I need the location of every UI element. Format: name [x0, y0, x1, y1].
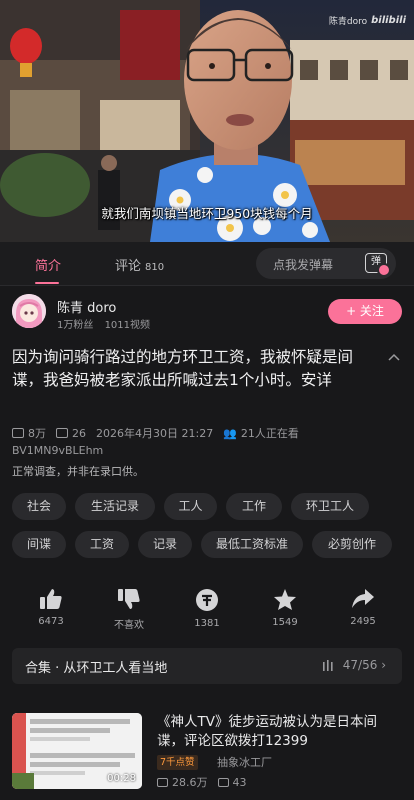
play-count-icon [12, 428, 24, 438]
related-views: 28.6万 [172, 776, 208, 789]
tag-chip[interactable]: 最低工资标准 [201, 531, 303, 558]
uploader-name[interactable]: 陈青 doro [57, 297, 116, 316]
video-meta: 8万 26 2026年4月30日 21:27 👥 21人正在看 [12, 425, 299, 441]
tag-chip[interactable]: 工资 [75, 531, 129, 558]
likes-badge: 7千点赞 [157, 755, 198, 770]
dislike-label: 不喜欢 [114, 620, 144, 631]
tag-chip[interactable]: 必剪创作 [312, 531, 392, 558]
tag-chip[interactable]: 间谍 [12, 531, 66, 558]
watching-count: 21人正在看 [240, 427, 299, 440]
uploader-stats: 1万粉丝 1011视频 [57, 316, 158, 331]
star-icon [274, 589, 296, 610]
related-title: 《神人TV》徒步运动被认为是日本间谍，评论区欲拨打12399 [157, 714, 377, 749]
video-description: 正常调查，并非在录口供。 [12, 465, 144, 478]
tag-chip[interactable]: 工作 [226, 493, 282, 520]
publish-date: 2026年4月30日 21:27 [96, 427, 214, 440]
danmaku-placeholder: 点我发弹幕 [273, 258, 334, 272]
comment-count: 810 [145, 262, 165, 273]
danmaku-count: 26 [72, 426, 86, 440]
related-author: 抽象冰工厂 [217, 756, 272, 769]
comment-icon [217, 777, 229, 787]
view-count: 8万 [28, 427, 46, 440]
like-count: 6473 [38, 616, 64, 627]
bvid[interactable]: BV1MN9vBLEhm [12, 444, 103, 457]
collection-progress-value: 47/56 [342, 658, 378, 672]
tag-chip[interactable]: 记录 [138, 531, 192, 558]
video-title: 因为询问骑行路过的地方环卫工资，我被怀疑是间谍，我爸妈被老家派出所喊过去1个小时… [12, 348, 354, 389]
tag-chip[interactable]: 工人 [164, 493, 217, 520]
danmaku-input[interactable]: 点我发弹幕 弹 [256, 248, 396, 279]
video-count: 1011视频 [104, 320, 151, 331]
collection-progress: 47/56 › [343, 658, 386, 672]
coin-icon [196, 589, 218, 611]
watermark: 陈青doro bilibili [329, 14, 406, 27]
playlist-icon [323, 660, 333, 671]
share-count: 2495 [350, 616, 376, 627]
dislike-button[interactable]: 不喜欢 [99, 588, 159, 631]
tag-chip[interactable]: 环卫工人 [291, 493, 369, 520]
coin-button[interactable]: 1381 [177, 588, 237, 629]
danmaku-count-icon [56, 428, 68, 438]
video-subtitle: 就我们南坝镇当地环卫950块钱每个月 [101, 206, 313, 221]
related-comments: 43 [232, 775, 247, 789]
chevron-up-icon[interactable] [388, 352, 400, 364]
favorite-count: 1549 [272, 617, 298, 628]
tab-comments-label: 评论 [115, 259, 142, 274]
active-tab-indicator [35, 282, 59, 284]
related-video[interactable]: 00:28 《神人TV》徒步运动被认为是日本间谍，评论区欲拨打12399 7千点… [12, 713, 402, 793]
like-button[interactable]: 6473 [21, 588, 81, 627]
collection-bar[interactable]: 合集 · 从环卫工人看当地 47/56 › [12, 648, 402, 684]
share-icon [352, 589, 374, 608]
favorite-button[interactable]: 1549 [255, 588, 315, 628]
tab-comments[interactable]: 评论 810 [115, 255, 164, 274]
watermark-user: 陈青doro [328, 17, 368, 27]
thumbs-down-icon [118, 589, 140, 609]
bilibili-logo: bilibili [371, 15, 406, 26]
watching-icon: 👥 [223, 426, 237, 440]
uploader-card: 陈青 doro 1万粉丝 1011视频 + 关注 [12, 294, 402, 334]
tab-intro[interactable]: 简介 [35, 255, 61, 274]
share-button[interactable]: 2495 [333, 588, 393, 627]
video-duration: 00:28 [107, 773, 136, 784]
follower-count: 1万粉丝 [57, 320, 94, 331]
thumbs-up-icon [40, 589, 62, 609]
chevron-right-icon: › [381, 658, 386, 672]
tag-chip[interactable]: 生活记录 [75, 493, 155, 520]
coin-count: 1381 [194, 618, 220, 629]
video-player[interactable]: 陈青doro bilibili 就我们南坝镇当地环卫950块钱每个月 [0, 0, 414, 242]
collection-label: 合集 · 从环卫工人看当地 [25, 661, 168, 676]
follow-button[interactable]: + 关注 [328, 299, 402, 324]
danmaku-toggle-icon[interactable]: 弹 [365, 253, 391, 277]
avatar[interactable] [12, 294, 46, 328]
related-thumbnail[interactable]: 00:28 [12, 713, 142, 789]
tag-chip[interactable]: 社会 [12, 493, 66, 520]
related-stats: 28.6万 43 [157, 774, 247, 790]
play-count-icon [157, 777, 168, 787]
tab-intro-label: 简介 [35, 259, 62, 274]
